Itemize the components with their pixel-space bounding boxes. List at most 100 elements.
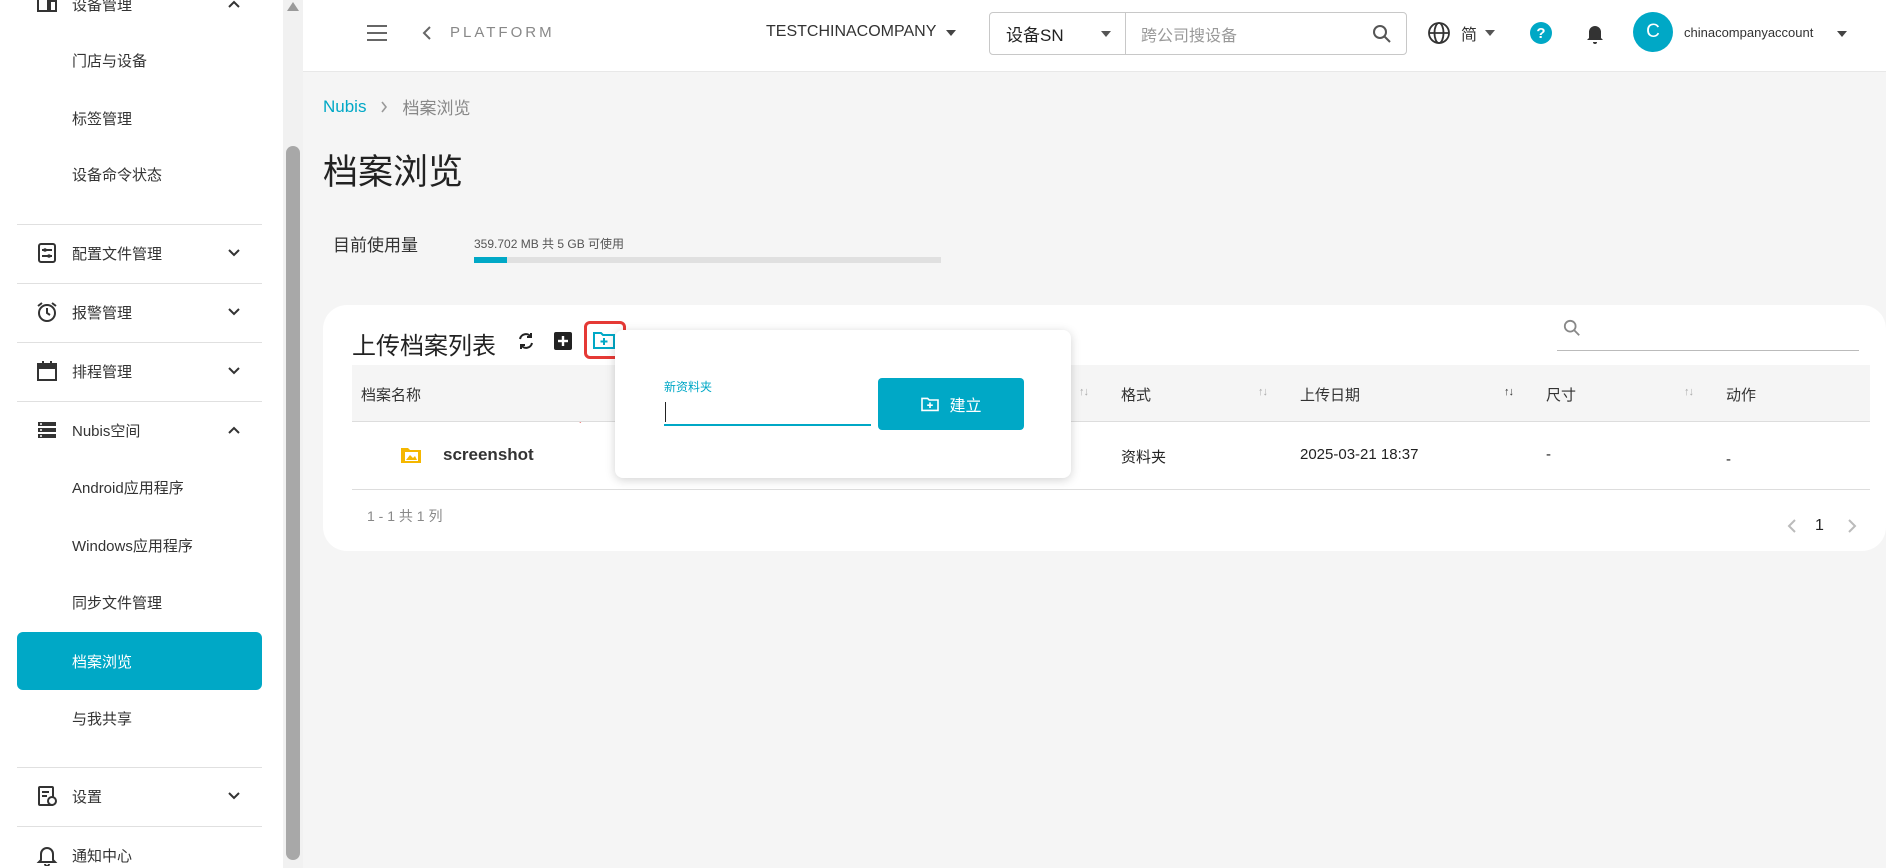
chevron-down-icon [228,792,240,800]
pagination-prev-icon[interactable] [1787,518,1797,534]
sidebar-scrollbar[interactable] [283,0,303,868]
config-file-icon [36,242,58,264]
new-folder-input[interactable] [664,396,871,426]
column-header-format[interactable]: 格式 [1121,384,1151,405]
column-header-size[interactable]: 尺寸 [1546,384,1576,405]
file-action: - [1726,451,1731,468]
sidebar-item-nubis-space[interactable]: Nubis空间 [17,401,262,459]
sidebar-item-command-status[interactable]: 设备命令状态 [17,145,262,203]
sidebar-item-alarms[interactable]: 报警管理 [17,283,262,341]
text-cursor [665,402,666,422]
caret-down-icon[interactable] [1837,31,1847,37]
usage-progress-bar [474,257,941,263]
notification-bell-icon[interactable] [1583,21,1607,45]
chevron-down-icon [228,308,240,316]
table-search-icon[interactable] [1563,319,1581,337]
breadcrumb-home[interactable]: Nubis [323,97,366,117]
file-format: 资料夹 [1121,449,1167,466]
sidebar-item-file-browser[interactable]: 档案浏览 [17,632,262,690]
sidebar: 设备管理 门店与设备 标签管理 设备命令状态 配置文件管理 报警管理 排程管理 … [0,0,283,868]
breadcrumb: Nubis 档案浏览 [323,94,470,119]
column-header-upload-date[interactable]: 上传日期 [1300,384,1360,405]
sidebar-item-label: 设备命令状态 [72,166,163,184]
sidebar-item-label: 配置文件管理 [72,245,163,263]
sort-desc-icon[interactable]: ↑↓ [1504,386,1514,398]
image-folder-icon [401,448,421,463]
help-icon[interactable]: ? [1530,22,1552,44]
device-icon [36,0,58,15]
add-file-icon[interactable] [553,331,573,351]
new-folder-icon [921,397,940,412]
caret-down-icon [1485,30,1496,36]
top-header: PLATFORM TESTCHINACOMPANY 设备SN 跨公司搜设备 简 … [303,0,1886,72]
sidebar-item-schedules[interactable]: 排程管理 [17,342,262,400]
search-type-value: 设备SN [1006,26,1064,45]
scroll-up-arrow-icon[interactable] [287,2,299,11]
table-search-input[interactable] [1557,350,1859,351]
file-name[interactable]: screenshot [443,445,534,465]
sort-icon[interactable]: ↑↓ [1079,386,1089,398]
language-selector[interactable]: 简 [1427,21,1496,45]
column-header-name[interactable]: 档案名称 [361,384,421,405]
file-size: - [1546,446,1551,463]
sidebar-item-label: 通知中心 [72,847,133,865]
chevron-down-icon [228,249,240,257]
sidebar-item-shared-with-me[interactable]: 与我共享 [17,689,262,747]
scrollbar-thumb[interactable] [286,146,300,860]
create-folder-button[interactable]: 建立 [878,378,1024,430]
pagination-next-icon[interactable] [1847,518,1857,534]
search-icon[interactable] [1372,24,1392,44]
storage-icon [36,419,58,441]
chevron-up-icon [228,0,240,8]
sort-icon[interactable]: ↑↓ [1684,386,1694,398]
sidebar-item-config-files[interactable]: 配置文件管理 [17,224,262,282]
sidebar-item-label: 同步文件管理 [72,594,163,612]
sidebar-item-stores-devices[interactable]: 门店与设备 [17,31,262,89]
table-header: 档案名称 ↑↓ 格式 ↑↓ 上传日期 ↑↓ 尺寸 ↑↓ 动作 [352,365,1870,422]
sidebar-item-label: 标签管理 [72,110,133,128]
device-search: 设备SN 跨公司搜设备 [989,12,1407,55]
sidebar-item-label: 报警管理 [72,304,133,322]
pagination-page[interactable]: 1 [1815,517,1824,535]
sidebar-item-label: Nubis空间 [72,422,141,440]
sidebar-item-label: Windows应用程序 [72,537,193,555]
usage-label: 目前使用量 [333,236,418,255]
language-value: 简 [1461,27,1478,44]
sidebar-item-label: 设置 [72,788,103,806]
search-type-select[interactable]: 设备SN [990,13,1126,54]
account-name[interactable]: chinacompanyaccount [1684,25,1813,40]
file-upload-date: 2025-03-21 18:37 [1300,446,1419,463]
page-title: 档案浏览 [323,153,464,192]
sidebar-item-windows-apps[interactable]: Windows应用程序 [17,516,262,574]
calendar-icon [36,360,58,382]
sidebar-item-label: 与我共享 [72,710,133,728]
create-folder-label: 建立 [949,398,982,415]
sidebar-item-label: 设备管理 [72,0,133,14]
breadcrumb-current: 档案浏览 [402,99,471,118]
bell-icon [36,844,58,866]
caret-down-icon [1101,31,1111,37]
sidebar-item-notification-center[interactable]: 通知中心 [17,826,262,868]
new-folder-label: 新资料夹 [664,380,713,394]
table-row[interactable]: screenshot 资料夹 2025-03-21 18:37 - - [352,423,1870,490]
pagination-info: 1 - 1 共 1 列 [367,508,443,524]
hamburger-menu-icon[interactable] [367,25,387,41]
settings-doc-icon [36,785,58,807]
platform-label[interactable]: PLATFORM [450,24,555,41]
chevron-up-icon [228,426,240,434]
avatar[interactable]: C [1633,12,1673,52]
sidebar-item-settings[interactable]: 设置 [17,767,262,825]
chevron-right-icon [381,101,388,112]
search-input[interactable]: 跨公司搜设备 [1126,13,1406,54]
caret-down-icon[interactable] [946,30,956,36]
sidebar-item-tags[interactable]: 标签管理 [17,89,262,147]
sort-icon[interactable]: ↑↓ [1258,386,1268,398]
sidebar-item-sync-files[interactable]: 同步文件管理 [17,573,262,631]
card-title: 上传档案列表 [352,333,496,360]
sidebar-item-device-management[interactable]: 设备管理 [17,0,262,33]
sidebar-item-android-apps[interactable]: Android应用程序 [17,458,262,516]
company-selector[interactable]: TESTCHINACOMPANY [766,23,936,41]
usage-text: 359.702 MB 共 5 GB 可使用 [474,237,625,251]
refresh-icon[interactable] [516,331,536,351]
back-chevron-icon[interactable] [421,24,433,42]
